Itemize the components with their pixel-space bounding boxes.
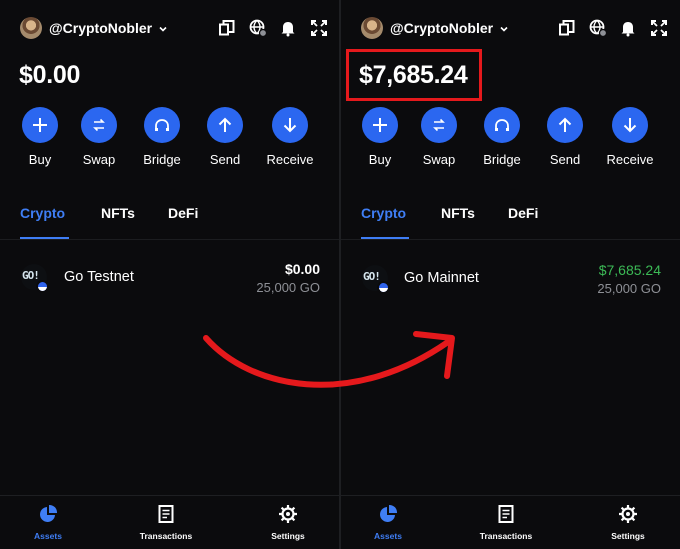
asset-name: Go Mainnet: [404, 270, 479, 286]
chevron-down-icon: [159, 27, 167, 32]
buy-button[interactable]: Buy: [8, 107, 72, 171]
network-badge-icon: [377, 281, 390, 294]
receive-label: Receive: [266, 152, 314, 167]
nav-settings-label: Settings: [271, 531, 305, 541]
asset-value: $0.00: [284, 261, 320, 277]
bell-icon[interactable]: [279, 19, 297, 37]
gear-icon: [619, 505, 637, 523]
nav-assets-label: Assets: [34, 531, 62, 541]
swap-button[interactable]: Swap: [67, 107, 131, 171]
go-token-logo: GO!: [362, 265, 390, 294]
bridge-label: Bridge: [143, 152, 181, 167]
pie-chart-icon: [40, 504, 58, 522]
arrow-down-icon: [623, 118, 637, 133]
gear-icon: [279, 505, 297, 523]
tab-crypto[interactable]: Crypto: [361, 205, 406, 221]
nav-settings-label: Settings: [611, 531, 645, 541]
avatar[interactable]: [20, 17, 42, 39]
wallet-panel-after: @CryptoNobler $7,685.24 Buy Swap Bridge …: [341, 0, 680, 549]
highlight-box: [346, 49, 482, 101]
nav-transactions-label: Transactions: [139, 531, 193, 541]
copy-icon[interactable]: [558, 19, 576, 37]
receive-button[interactable]: Receive: [258, 107, 322, 171]
wallet-panel-before: @CryptoNobler $0.00 Buy Swap Bridge Send…: [0, 0, 339, 549]
expand-icon[interactable]: [650, 19, 668, 37]
bottom-nav: Assets Transactions Settings: [341, 495, 680, 549]
nav-transactions[interactable]: Transactions: [466, 504, 546, 544]
tab-divider: [0, 239, 339, 240]
asset-row[interactable]: GO! Go Mainnet $7,685.24 25,000 GO: [341, 259, 680, 299]
go-token-logo: GO!: [21, 264, 49, 293]
wallet-header: @CryptoNobler: [341, 16, 680, 42]
swap-icon: [93, 118, 105, 132]
asset-row[interactable]: GO! Go Testnet $0.00 25,000 GO: [0, 258, 339, 298]
tab-defi[interactable]: DeFi: [168, 205, 198, 221]
go-logo-text: GO!: [363, 270, 381, 283]
plus-icon: [33, 118, 47, 132]
expand-icon[interactable]: [310, 19, 328, 37]
tab-active-indicator: [20, 237, 69, 239]
asset-name: Go Testnet: [64, 269, 134, 285]
account-switcher[interactable]: @CryptoNobler: [49, 20, 168, 36]
buy-button[interactable]: Buy: [348, 107, 412, 171]
swap-icon: [433, 118, 445, 132]
total-balance: $0.00: [19, 61, 81, 89]
asset-amount: 25,000 GO: [256, 280, 320, 295]
tab-crypto[interactable]: Crypto: [20, 205, 65, 221]
nav-settings[interactable]: Settings: [248, 504, 328, 544]
tab-active-indicator: [361, 237, 409, 239]
bottom-nav: Assets Transactions Settings: [0, 495, 339, 549]
tab-defi[interactable]: DeFi: [508, 205, 538, 221]
send-button[interactable]: Send: [533, 107, 597, 171]
receive-label: Receive: [606, 152, 654, 167]
wallet-header: @CryptoNobler: [0, 16, 339, 42]
copy-icon[interactable]: [218, 19, 236, 37]
bridge-button[interactable]: Bridge: [130, 107, 194, 171]
tab-nfts[interactable]: NFTs: [441, 205, 475, 221]
asset-amount: 25,000 GO: [597, 281, 661, 296]
network-globe-icon[interactable]: [249, 19, 267, 37]
send-label: Send: [549, 152, 581, 167]
receive-button[interactable]: Receive: [598, 107, 662, 171]
pie-chart-icon: [380, 504, 398, 522]
go-logo-text: GO!: [22, 269, 40, 282]
bridge-icon: [155, 119, 169, 131]
tab-divider: [341, 239, 680, 240]
nav-assets[interactable]: Assets: [8, 504, 88, 544]
swap-label: Swap: [82, 152, 116, 167]
nav-assets[interactable]: Assets: [348, 504, 428, 544]
nav-settings[interactable]: Settings: [588, 504, 668, 544]
buy-label: Buy: [28, 152, 52, 167]
receipt-icon: [498, 505, 514, 523]
swap-label: Swap: [422, 152, 456, 167]
network-globe-icon[interactable]: [589, 19, 607, 37]
tab-nfts[interactable]: NFTs: [101, 205, 135, 221]
arrow-up-icon: [218, 117, 232, 132]
send-button[interactable]: Send: [193, 107, 257, 171]
asset-value: $7,685.24: [598, 262, 661, 278]
bell-icon[interactable]: [619, 19, 637, 37]
username: @CryptoNobler: [49, 20, 153, 36]
bridge-label: Bridge: [483, 152, 521, 167]
bridge-button[interactable]: Bridge: [470, 107, 534, 171]
avatar[interactable]: [361, 17, 383, 39]
swap-button[interactable]: Swap: [407, 107, 471, 171]
arrow-down-icon: [283, 118, 297, 133]
network-badge-icon: [36, 280, 49, 293]
plus-icon: [373, 118, 387, 132]
send-label: Send: [209, 152, 241, 167]
bridge-icon: [495, 119, 509, 131]
buy-label: Buy: [368, 152, 392, 167]
receipt-icon: [158, 505, 174, 523]
username: @CryptoNobler: [390, 20, 494, 36]
nav-transactions[interactable]: Transactions: [126, 504, 206, 544]
arrow-up-icon: [558, 117, 572, 132]
chevron-down-icon: [500, 27, 508, 32]
nav-transactions-label: Transactions: [479, 531, 533, 541]
account-switcher[interactable]: @CryptoNobler: [390, 20, 509, 36]
nav-assets-label: Assets: [374, 531, 402, 541]
